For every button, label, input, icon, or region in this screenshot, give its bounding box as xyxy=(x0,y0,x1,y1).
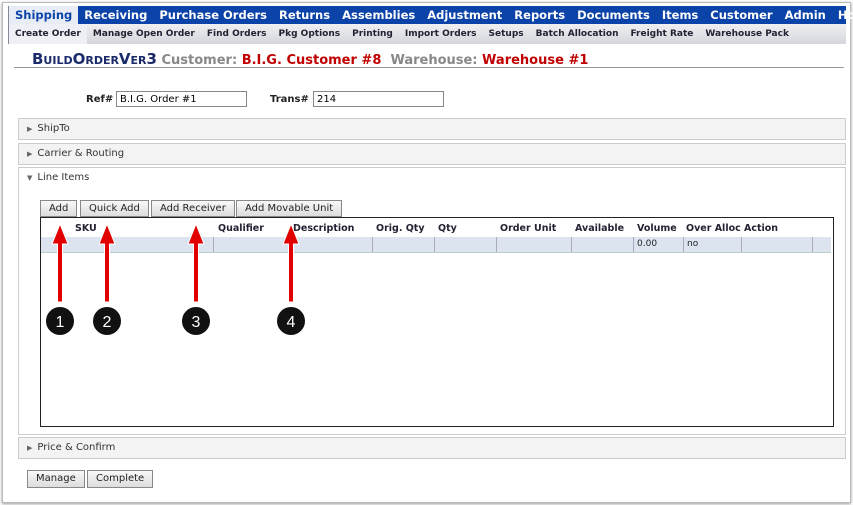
annotation-layer: 1 2 3 4 xyxy=(44,222,307,337)
arrow-icon xyxy=(51,222,69,303)
callout-number: 4 xyxy=(287,314,296,331)
callout-number: 3 xyxy=(192,314,201,331)
callout-number: 1 xyxy=(56,314,65,331)
arrow-icon xyxy=(282,222,300,303)
arrow-icon xyxy=(187,222,205,303)
arrow-icon xyxy=(98,222,116,303)
callout-number: 2 xyxy=(103,314,112,331)
